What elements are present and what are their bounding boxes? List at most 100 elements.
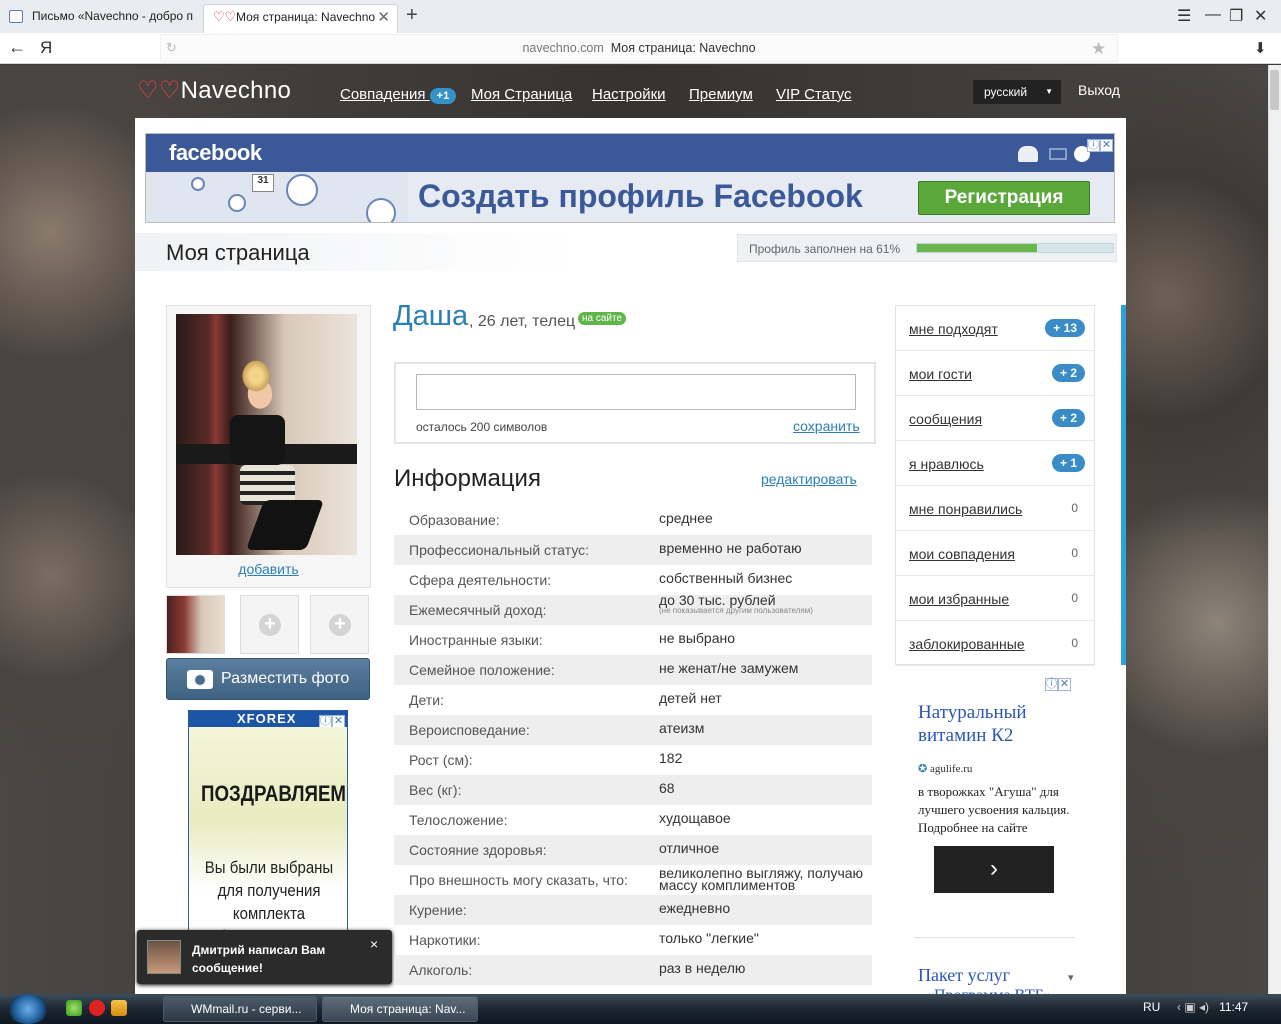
nav-my-page[interactable]: Моя Страница: [471, 86, 572, 103]
facebook-ad[interactable]: facebook ⓘ ✕ 31 Создать профиль Facebook …: [145, 133, 1115, 223]
ad-close-icon[interactable]: ✕: [1058, 678, 1071, 691]
sidebar-item-label[interactable]: мои совпадения: [909, 546, 1015, 562]
sidebar-item[interactable]: мне подходят + 13: [896, 306, 1094, 351]
avatar: [228, 194, 246, 212]
tab-mail[interactable]: Письмо «Navechno - добро п: [0, 4, 200, 33]
close-window-icon[interactable]: ✕: [1254, 6, 1267, 26]
sidebar-item-label[interactable]: сообщения: [909, 411, 982, 427]
restore-icon[interactable]: ❐: [1229, 6, 1243, 26]
count-badge: + 2: [1051, 364, 1085, 382]
taskbar-item-navechno[interactable]: Моя страница: Nav...: [322, 996, 478, 1022]
yandex-icon[interactable]: Я: [40, 38, 52, 58]
avatar: [286, 174, 318, 206]
nav-badge: +1: [429, 88, 457, 104]
info-row: Образование: среднее: [394, 505, 872, 535]
back-icon[interactable]: ←: [8, 37, 26, 58]
sidebar-item[interactable]: мне понравились 0: [896, 486, 1094, 531]
sidebar-item-label[interactable]: мои гости: [909, 366, 972, 382]
info-value-text: временно не работаю: [659, 540, 802, 556]
address-bar[interactable]: navechno.com Моя страница: Navechno: [160, 34, 1118, 62]
vitamin-ad[interactable]: ⓘ✕ Натуральный витамин К2 agulife.ru в т…: [905, 673, 1085, 908]
menu-icon[interactable]: ☰: [1177, 6, 1191, 26]
add-photo-link[interactable]: добавить: [166, 561, 371, 577]
fb-register-button[interactable]: Регистрация: [918, 181, 1090, 215]
sidebar-item[interactable]: я нравлюсь + 1: [896, 441, 1094, 486]
sidebar-item[interactable]: мои совпадения 0: [896, 531, 1094, 576]
count-badge: + 1: [1051, 454, 1085, 472]
nav-vip[interactable]: VIP Статус: [776, 86, 852, 103]
empty-photo-slot[interactable]: +: [310, 595, 369, 654]
ad-title[interactable]: Натуральный витамин К2: [918, 701, 1085, 747]
sidebar-item[interactable]: мои гости + 2: [896, 351, 1094, 396]
empty-photo-slot[interactable]: +: [240, 595, 299, 654]
clock: 11:47: [1219, 1000, 1249, 1014]
photo-thumbnail[interactable]: [166, 595, 225, 654]
ad-info-icon[interactable]: ⓘ: [1045, 678, 1058, 691]
minimize-icon[interactable]: —: [1205, 6, 1221, 24]
ad-subtitle: «Программа ВТБ»: [926, 987, 1052, 994]
forex-congrats: ПОЗДРАВЛЯЕМ!: [201, 781, 348, 806]
info-value: 68: [659, 781, 874, 795]
plus-icon: +: [329, 614, 351, 636]
tab-close-icon[interactable]: ✕: [377, 5, 390, 30]
language-select[interactable]: русский ▼: [973, 80, 1061, 104]
info-row: Вес (кг): 68: [394, 775, 872, 805]
nav-matches[interactable]: Совпадения +1: [340, 86, 457, 104]
download-icon[interactable]: ⬇: [1254, 39, 1267, 57]
tab-navechno[interactable]: ♡♡ Моя страница: Navechno ✕: [203, 4, 398, 33]
sidebar-item-label[interactable]: мне понравились: [909, 501, 1022, 517]
info-row: Семейное положение: не женат/не замужем: [394, 655, 872, 685]
info-label: Дети:: [409, 692, 444, 708]
media-player-icon[interactable]: [111, 1000, 127, 1016]
chevron-right-icon[interactable]: ›: [934, 846, 1054, 893]
nav-settings[interactable]: Настройки: [592, 86, 666, 103]
close-icon[interactable]: ×: [370, 936, 378, 952]
sidebar-item[interactable]: заблокированные 0: [896, 621, 1094, 666]
ad-close-icon[interactable]: ✕: [1100, 139, 1113, 152]
profile-fill-text: Профиль заполнен на 61%: [749, 242, 901, 256]
taskbar-item-wmmail[interactable]: WMmail.ru - серви...: [163, 996, 317, 1022]
forex-ad[interactable]: XFOREX ⓘ ✕ ПОЗДРАВЛЯЕМ! Вы были выбраны д…: [188, 710, 348, 960]
sidebar-item-label[interactable]: заблокированные: [909, 636, 1025, 652]
edit-link[interactable]: редактировать: [761, 471, 857, 487]
nav-premium[interactable]: Премиум: [689, 86, 753, 103]
sidebar-item-label[interactable]: я нравлюсь: [909, 456, 984, 472]
tray-icons[interactable]: ‹ ▣ ◂): [1177, 1000, 1209, 1014]
friends-icon: [1018, 146, 1038, 162]
refresh-icon[interactable]: ↻: [166, 40, 177, 56]
ad-info-icon[interactable]: ⓘ: [1087, 139, 1100, 152]
profile-fill: Профиль заполнен на 61%: [737, 234, 1117, 262]
nav-label: Совпадения: [340, 86, 426, 103]
fb-ad-headline: Создать профиль Facebook: [418, 178, 863, 214]
info-value-text: не женат/не замужем: [659, 660, 799, 676]
new-tab-button[interactable]: +: [406, 4, 418, 27]
bookmark-star-icon[interactable]: ★: [1091, 39, 1106, 59]
yandex-browser-icon[interactable]: [89, 1000, 105, 1016]
message-notification[interactable]: Дмитрий написал Вам сообщение! ×: [137, 930, 392, 984]
logout-link[interactable]: Выход: [1078, 82, 1120, 98]
site-logo[interactable]: ♡♡Navechno: [137, 76, 291, 105]
language-indicator[interactable]: RU: [1143, 1000, 1160, 1014]
plus-icon: +: [259, 614, 281, 636]
upload-photo-button[interactable]: Разместить фото: [166, 658, 370, 700]
info-value-text: 182: [659, 750, 683, 766]
info-value-text: отличное: [659, 840, 720, 856]
scrollbar-thumb[interactable]: [1270, 70, 1279, 110]
system-tray: RU ‹ ▣ ◂) 11:47: [1143, 1000, 1248, 1014]
chevron-down-icon: ▼: [1045, 87, 1053, 96]
quicklaunch-icon[interactable]: [66, 1000, 82, 1016]
start-button[interactable]: [7, 994, 49, 1024]
ad-source[interactable]: agulife.ru: [918, 762, 972, 775]
scrollbar[interactable]: [1268, 65, 1281, 994]
info-value: 182: [659, 750, 874, 766]
info-label: Ежемесячный доход:: [409, 602, 547, 618]
save-link[interactable]: сохранить: [793, 418, 860, 434]
online-badge: на сайте: [578, 312, 627, 325]
sidebar-item-label[interactable]: мои избранные: [909, 591, 1009, 607]
info-value: атеизм: [659, 721, 874, 735]
sidebar-item[interactable]: мои избранные 0: [896, 576, 1094, 621]
status-input[interactable]: [416, 374, 856, 410]
sidebar-item-label[interactable]: мне подходят: [909, 321, 998, 337]
sidebar-item[interactable]: сообщения + 2: [896, 396, 1094, 441]
info-label: Семейное положение:: [409, 662, 555, 678]
